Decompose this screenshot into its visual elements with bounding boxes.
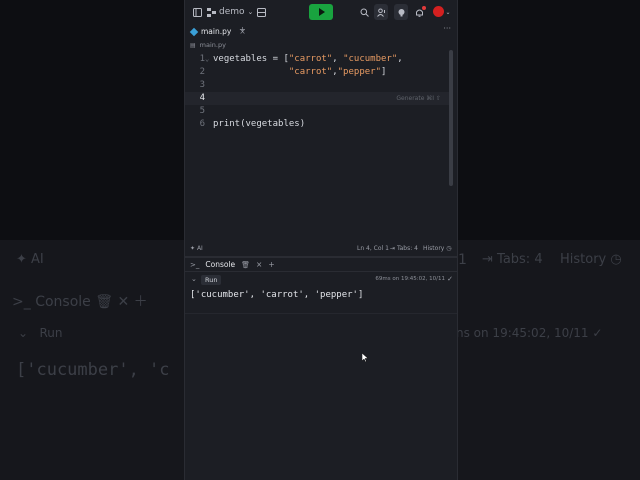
replit-app: demo ⌄ ⌄ main.py × + ··· ▤ main.py 1 ⌄ v…	[184, 0, 458, 480]
code-text: "carrot","pepper"]	[213, 66, 387, 79]
project-selector[interactable]: demo ⌄	[219, 4, 253, 20]
bg-line-fragment: 1	[458, 252, 467, 268]
check-icon: ✓	[447, 275, 453, 283]
chevron-down-icon: ⌄	[247, 8, 254, 16]
search-icon[interactable]	[358, 4, 370, 20]
code-token: ,	[332, 54, 344, 64]
project-name: demo	[219, 7, 245, 17]
code-line[interactable]: 3	[185, 79, 451, 92]
chevron-down-icon[interactable]: ⌄	[191, 275, 197, 283]
run-button[interactable]	[309, 4, 333, 20]
play-icon	[319, 8, 325, 16]
code-line[interactable]: 5	[185, 105, 451, 118]
cursor-position: Ln 4, Col 1	[357, 244, 389, 252]
tabs-indicator[interactable]: ⇥ Tabs: 4	[390, 245, 418, 252]
console-title[interactable]: Console	[205, 260, 235, 269]
code-token: ]	[381, 67, 387, 77]
line-number: 4	[199, 93, 205, 103]
project-icon	[205, 4, 217, 20]
history-button[interactable]: History ◷	[423, 245, 452, 252]
bg-history-label: History ◷	[560, 252, 622, 267]
string-token: "carrot"	[288, 54, 333, 64]
file-tabs: main.py × + ···	[185, 24, 457, 38]
terminal-icon: >_	[190, 260, 200, 269]
breadcrumb: ▤ main.py	[185, 38, 457, 52]
line-number: 2	[199, 67, 205, 77]
bg-meta-fragment: ns on 19:45:02, 10/11 ✓	[456, 326, 603, 340]
file-icon: ▤	[190, 41, 196, 49]
code-line[interactable]: 1 ⌄ vegetables = ["carrot", "cucumber",	[185, 53, 451, 66]
assistant-icon[interactable]	[394, 4, 408, 20]
console-run-row: ⌄ Run 69ms on 19:45:02, 10/11 ✓	[185, 272, 457, 288]
code-text: vegetables = ["carrot", "cucumber",	[213, 53, 403, 66]
avatar-chevron-icon[interactable]: ⌄	[444, 4, 452, 20]
new-tab-button[interactable]: +	[239, 25, 246, 34]
generate-hint[interactable]: Generate ⌘I ⇧	[396, 92, 441, 105]
string-token: "carrot"	[288, 67, 333, 77]
bg-console-label: >_ Console 🗑 ✕ ＋	[12, 294, 148, 310]
code-text: print(vegetables)	[213, 118, 305, 131]
code-line[interactable]: 2 "carrot","pepper"]	[185, 66, 451, 79]
code-editor[interactable]: 1 ⌄ vegetables = ["carrot", "cucumber", 2 "…	[185, 52, 457, 240]
layout-icon[interactable]	[255, 4, 267, 20]
line-number: 1	[199, 54, 205, 64]
new-console-button[interactable]: +	[268, 260, 274, 269]
bg-tabs-label: ⇥ Tabs: 4	[482, 252, 543, 267]
line-number: 3	[199, 80, 205, 90]
code-token: ,	[397, 54, 403, 64]
bg-run-label: ⌄ Run	[18, 326, 63, 340]
invite-user-icon[interactable]	[374, 4, 388, 20]
string-token: "pepper"	[337, 67, 381, 77]
top-bar: demo ⌄ ⌄	[185, 0, 457, 25]
notification-dot	[422, 6, 426, 10]
sidebar-toggle-icon[interactable]	[191, 4, 203, 20]
editor-scrollbar[interactable]	[449, 50, 453, 186]
breadcrumb-file[interactable]: main.py	[200, 41, 226, 49]
run-meta: 69ms on 19:45:02, 10/11	[375, 276, 445, 282]
mouse-cursor-icon	[362, 353, 368, 362]
python-file-icon	[189, 27, 199, 36]
code-line[interactable]: 4 Generate ⌘I ⇧	[185, 92, 451, 105]
console-header: >_ Console 🗑 × +	[185, 258, 457, 272]
code-token: print(vegetables)	[213, 119, 306, 129]
line-number: 6	[199, 119, 205, 129]
close-icon[interactable]: ×	[256, 260, 262, 269]
string-token: "cucumber"	[343, 54, 398, 64]
status-ai[interactable]: ✦ AI	[190, 245, 203, 252]
trash-icon[interactable]: 🗑	[241, 261, 250, 269]
line-number: 5	[199, 106, 205, 116]
code-token: vegetables = [	[213, 54, 289, 64]
status-bar: ✦ AI Ln 4, Col 1 ⇥ Tabs: 4 History ◷	[185, 242, 457, 254]
run-chip[interactable]: Run	[201, 275, 222, 285]
fold-chevron-icon[interactable]: ⌄	[205, 53, 209, 66]
avatar[interactable]	[433, 6, 444, 17]
code-line[interactable]: 6 print(vegetables)	[185, 118, 451, 131]
console-output: ['cucumber', 'carrot', 'pepper']	[190, 290, 364, 300]
bg-ai-label: ✦ AI	[16, 252, 44, 267]
tab-label: main.py	[201, 27, 232, 36]
bg-output-fragment: ['cucumber', 'c	[16, 360, 170, 380]
tab-more-button[interactable]: ···	[443, 24, 451, 33]
output-separator	[185, 313, 457, 314]
